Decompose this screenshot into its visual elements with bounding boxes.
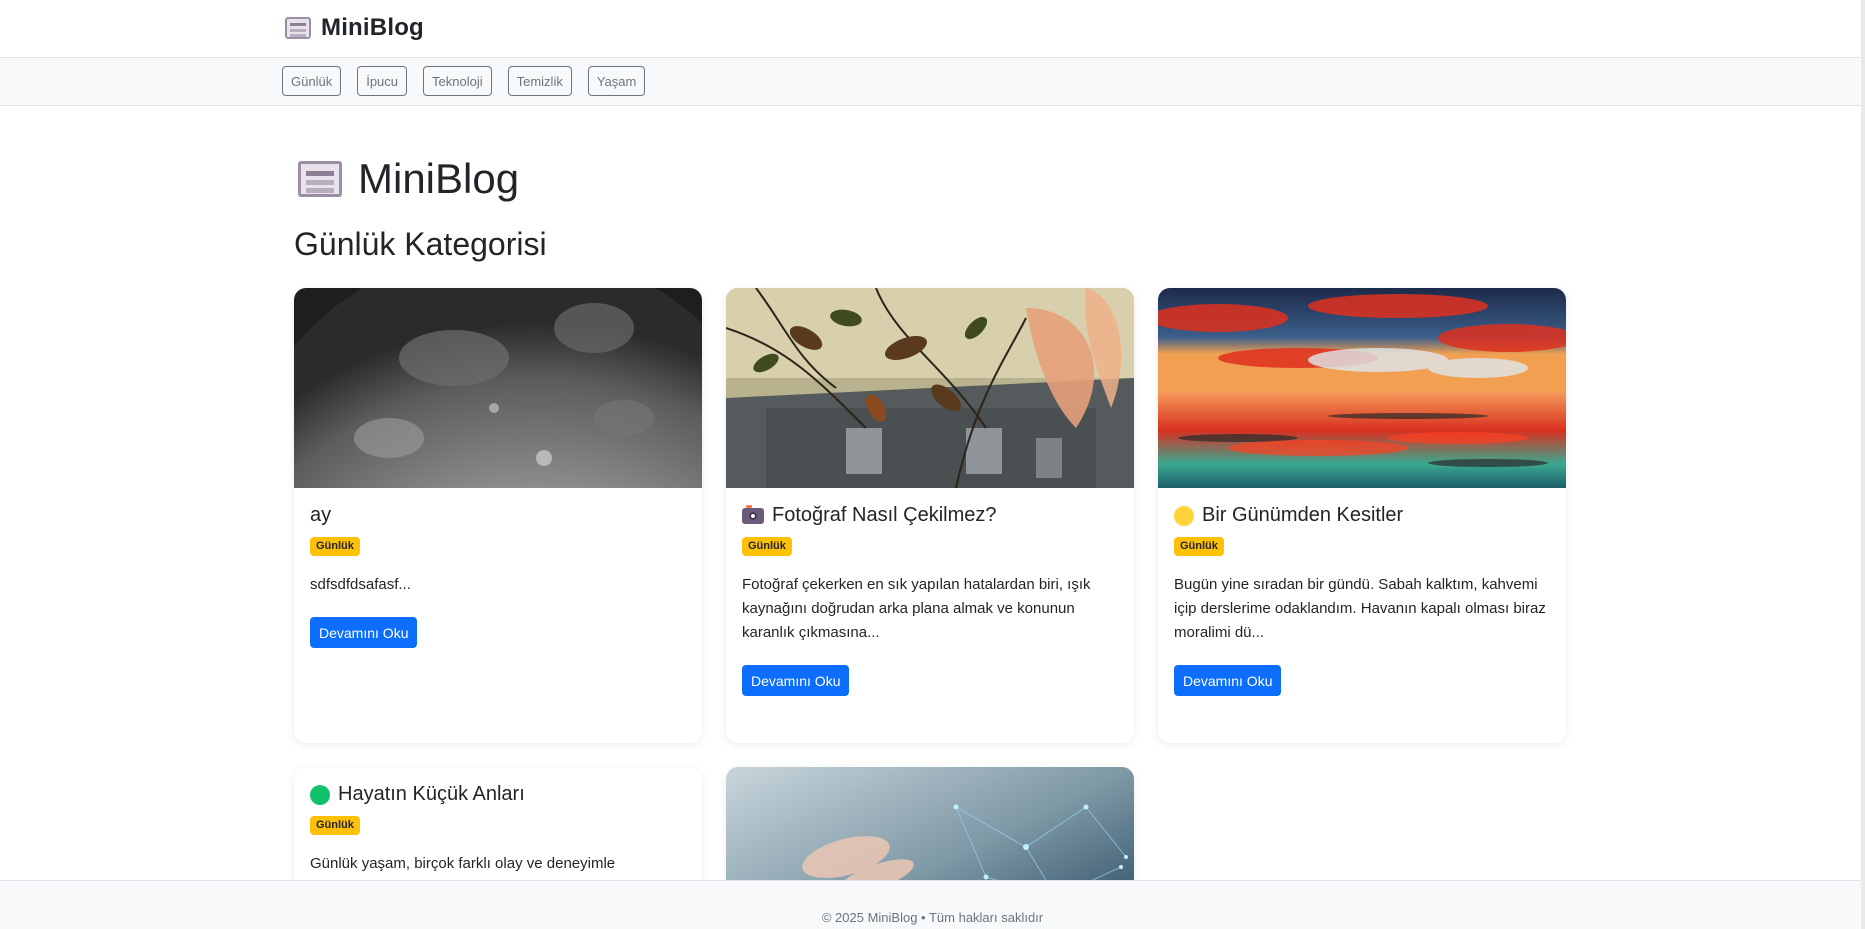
- footer: © 2025 MiniBlog • Tüm hakları saklıdır: [0, 880, 1865, 929]
- category-button-gunluk[interactable]: Günlük: [282, 66, 342, 96]
- moon-photo: [294, 288, 702, 488]
- card-body: Bir Günümden Kesitler Günlük Bugün yine …: [1158, 488, 1566, 716]
- card-excerpt: Günlük yaşam, birçok farklı olay ve dene…: [310, 855, 616, 872]
- newspaper-icon: [298, 161, 342, 197]
- card-title-text: Bir Günümden Kesitler: [1202, 504, 1404, 526]
- category-bar: Günlük İpucu Teknoloji Temizlik Yaşam: [0, 58, 1865, 106]
- card-excerpt: sdfsdfdsafasf...: [310, 576, 411, 593]
- category-badge: Günlük: [742, 537, 792, 556]
- yellow-circle-icon: [1174, 505, 1194, 526]
- post-card: Fotoğraf Nasıl Çekilmez? Günlük Fotoğraf…: [726, 288, 1134, 743]
- card-title[interactable]: Fotoğraf Nasıl Çekilmez?: [742, 504, 1118, 527]
- footer-copyright: © 2025 MiniBlog • Tüm hakları saklıdır: [821, 910, 1044, 925]
- post-card: Bir Günümden Kesitler Günlük Bugün yine …: [1158, 288, 1566, 743]
- category-button-teknoloji[interactable]: Teknoloji: [423, 66, 492, 96]
- category-list: Günlük İpucu Teknoloji Temizlik Yaşam: [282, 66, 646, 96]
- read-more-button[interactable]: Devamını Oku: [310, 617, 418, 648]
- brand-link[interactable]: MiniBlog: [285, 14, 424, 42]
- card-title-text: Fotoğraf Nasıl Çekilmez?: [772, 504, 997, 526]
- card-title[interactable]: ay: [310, 504, 686, 527]
- card-title-text: Hayatın Küçük Anları: [338, 783, 525, 805]
- section-title: Günlük Kategorisi: [294, 226, 547, 262]
- category-button-temizlik[interactable]: Temizlik: [507, 66, 572, 96]
- card-body: Hayatın Küçük Anları Günlük Günlük yaşam…: [294, 767, 702, 896]
- post-card: ay Günlük sdfsdfdsafasf... Devamını Oku: [294, 288, 702, 743]
- page-title: MiniBlog: [358, 155, 520, 202]
- card-excerpt: Fotoğraf çekerken en sık yapılan hatalar…: [742, 576, 1091, 641]
- category-button-ipucu[interactable]: İpucu: [357, 66, 408, 96]
- camera-icon: [742, 504, 764, 524]
- card-body: ay Günlük sdfsdfdsafasf... Devamını Oku: [294, 488, 702, 668]
- page-scrollbar[interactable]: [1861, 0, 1865, 929]
- page-brand: MiniBlog: [298, 155, 519, 203]
- sunset-reflection-photo: [1158, 288, 1566, 488]
- newspaper-icon: [285, 17, 311, 39]
- category-badge: Günlük: [310, 537, 360, 556]
- category-button-yasam[interactable]: Yaşam: [587, 66, 646, 96]
- brand-text: MiniBlog: [321, 14, 424, 41]
- autumn-leaves-photo: [726, 288, 1134, 488]
- read-more-button[interactable]: Devamını Oku: [1174, 665, 1282, 696]
- card-excerpt: Bugün yine sıradan bir gündü. Sabah kalk…: [1174, 576, 1546, 641]
- category-badge: Günlük: [1174, 537, 1224, 556]
- card-title[interactable]: Hayatın Küçük Anları: [310, 783, 686, 806]
- read-more-button[interactable]: Devamını Oku: [742, 665, 850, 696]
- top-navbar: MiniBlog: [0, 0, 1865, 58]
- category-badge: Günlük: [310, 816, 360, 835]
- card-title-text: ay: [310, 504, 332, 526]
- green-circle-icon: [310, 784, 330, 805]
- card-title[interactable]: Bir Günümden Kesitler: [1174, 504, 1550, 527]
- card-body: Fotoğraf Nasıl Çekilmez? Günlük Fotoğraf…: [726, 488, 1134, 716]
